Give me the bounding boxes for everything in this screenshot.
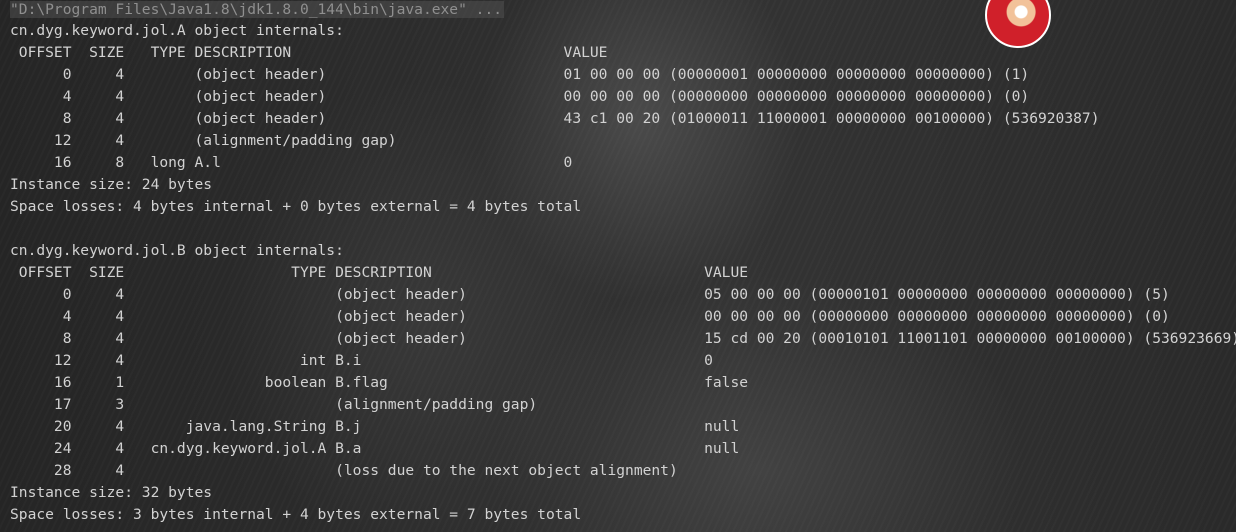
command-line: "D:\Program Files\Java1.8\jdk1.8.0_144\b… [0, 0, 1236, 20]
console-line: 20 4 java.lang.String B.j null [10, 418, 740, 435]
console-line: 12 4 int B.i 0 [10, 352, 713, 369]
console-line: 12 4 (alignment/padding gap) [10, 132, 397, 149]
console-output[interactable]: "D:\Program Files\Java1.8\jdk1.8.0_144\b… [0, 0, 1236, 532]
console-line: 0 4 (object header) 05 00 00 00 (0000010… [10, 286, 1170, 303]
console-line: OFFSET SIZE TYPE DESCRIPTION VALUE [10, 264, 749, 281]
console-line: 8 4 (object header) 15 cd 00 20 (0001010… [10, 330, 1236, 347]
console-line: Instance size: 32 bytes [10, 484, 213, 501]
console-line: 4 4 (object header) 00 00 00 00 (0000000… [10, 88, 1030, 105]
console-line: 16 8 long A.l 0 [10, 154, 573, 171]
console-line: cn.dyg.keyword.jol.B object internals: [10, 242, 344, 259]
console-line: 24 4 cn.dyg.keyword.jol.A B.a null [10, 440, 740, 457]
console-line: 4 4 (object header) 00 00 00 00 (0000000… [10, 308, 1170, 325]
command-line-text: "D:\Program Files\Java1.8\jdk1.8.0_144\b… [10, 1, 505, 18]
console-line: 0 4 (object header) 01 00 00 00 (0000000… [10, 66, 1030, 83]
console-line: 17 3 (alignment/padding gap) [10, 396, 538, 413]
console-line: Instance size: 24 bytes [10, 176, 213, 193]
console-line: cn.dyg.keyword.jol.A object internals: [10, 22, 344, 39]
console-line: Space losses: 3 bytes internal + 4 bytes… [10, 506, 582, 523]
console-line: Space losses: 4 bytes internal + 0 bytes… [10, 198, 582, 215]
console-line: 16 1 boolean B.flag false [10, 374, 749, 391]
console-line: OFFSET SIZE TYPE DESCRIPTION VALUE [10, 44, 608, 61]
console-line: 28 4 (loss due to the next object alignm… [10, 462, 678, 479]
console-line: 8 4 (object header) 43 c1 00 20 (0100001… [10, 110, 1100, 127]
